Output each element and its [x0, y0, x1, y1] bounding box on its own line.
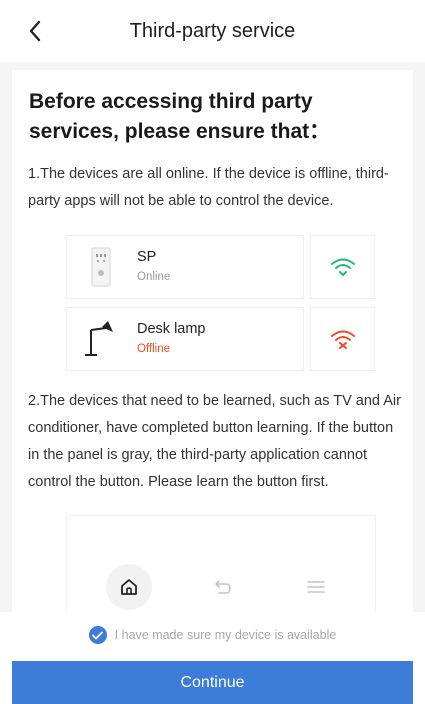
- panel-home-button: [106, 564, 152, 610]
- panel-undo-button: [200, 564, 246, 610]
- menu-icon: [307, 581, 325, 593]
- agree-checkbox[interactable]: I have made sure my device is available: [0, 626, 425, 644]
- panel-menu-button: [293, 564, 339, 610]
- page-title: Third-party service: [129, 20, 296, 42]
- undo-icon: [215, 580, 231, 594]
- app-header: Third-party service: [0, 0, 425, 62]
- intro-headline: Before accessing third party services, p…: [29, 90, 331, 143]
- desk-lamp-icon: [85, 321, 113, 356]
- step2-text: 2.The devices that need to be learned, s…: [28, 393, 401, 490]
- device-wifi-sp: [311, 236, 374, 298]
- device-status: Online: [137, 271, 171, 283]
- content-card: Before accessing third party services, p…: [12, 70, 413, 618]
- smart-plug-icon: [91, 247, 111, 287]
- remote-panel-preview: [67, 516, 375, 618]
- wifi-offline-icon: [330, 330, 355, 349]
- continue-button[interactable]: Continue: [12, 661, 413, 704]
- device-card-sp: SP Online: [67, 236, 303, 298]
- agree-label: I have made sure my device is available: [114, 628, 337, 642]
- device-name: SP: [137, 249, 157, 265]
- device-wifi-desk-lamp: [311, 308, 374, 370]
- home-icon: [121, 579, 137, 595]
- step1-text: 1.The devices are all online. If the dev…: [28, 166, 389, 209]
- checkmark-icon[interactable]: [88, 626, 107, 644]
- device-name: Desk lamp: [137, 321, 206, 337]
- wifi-online-icon: [330, 258, 355, 277]
- device-status: Offline: [137, 343, 171, 355]
- device-card-desk-lamp: Desk lamp Offline: [67, 308, 303, 370]
- footer-bar: I have made sure my device is available …: [0, 612, 425, 704]
